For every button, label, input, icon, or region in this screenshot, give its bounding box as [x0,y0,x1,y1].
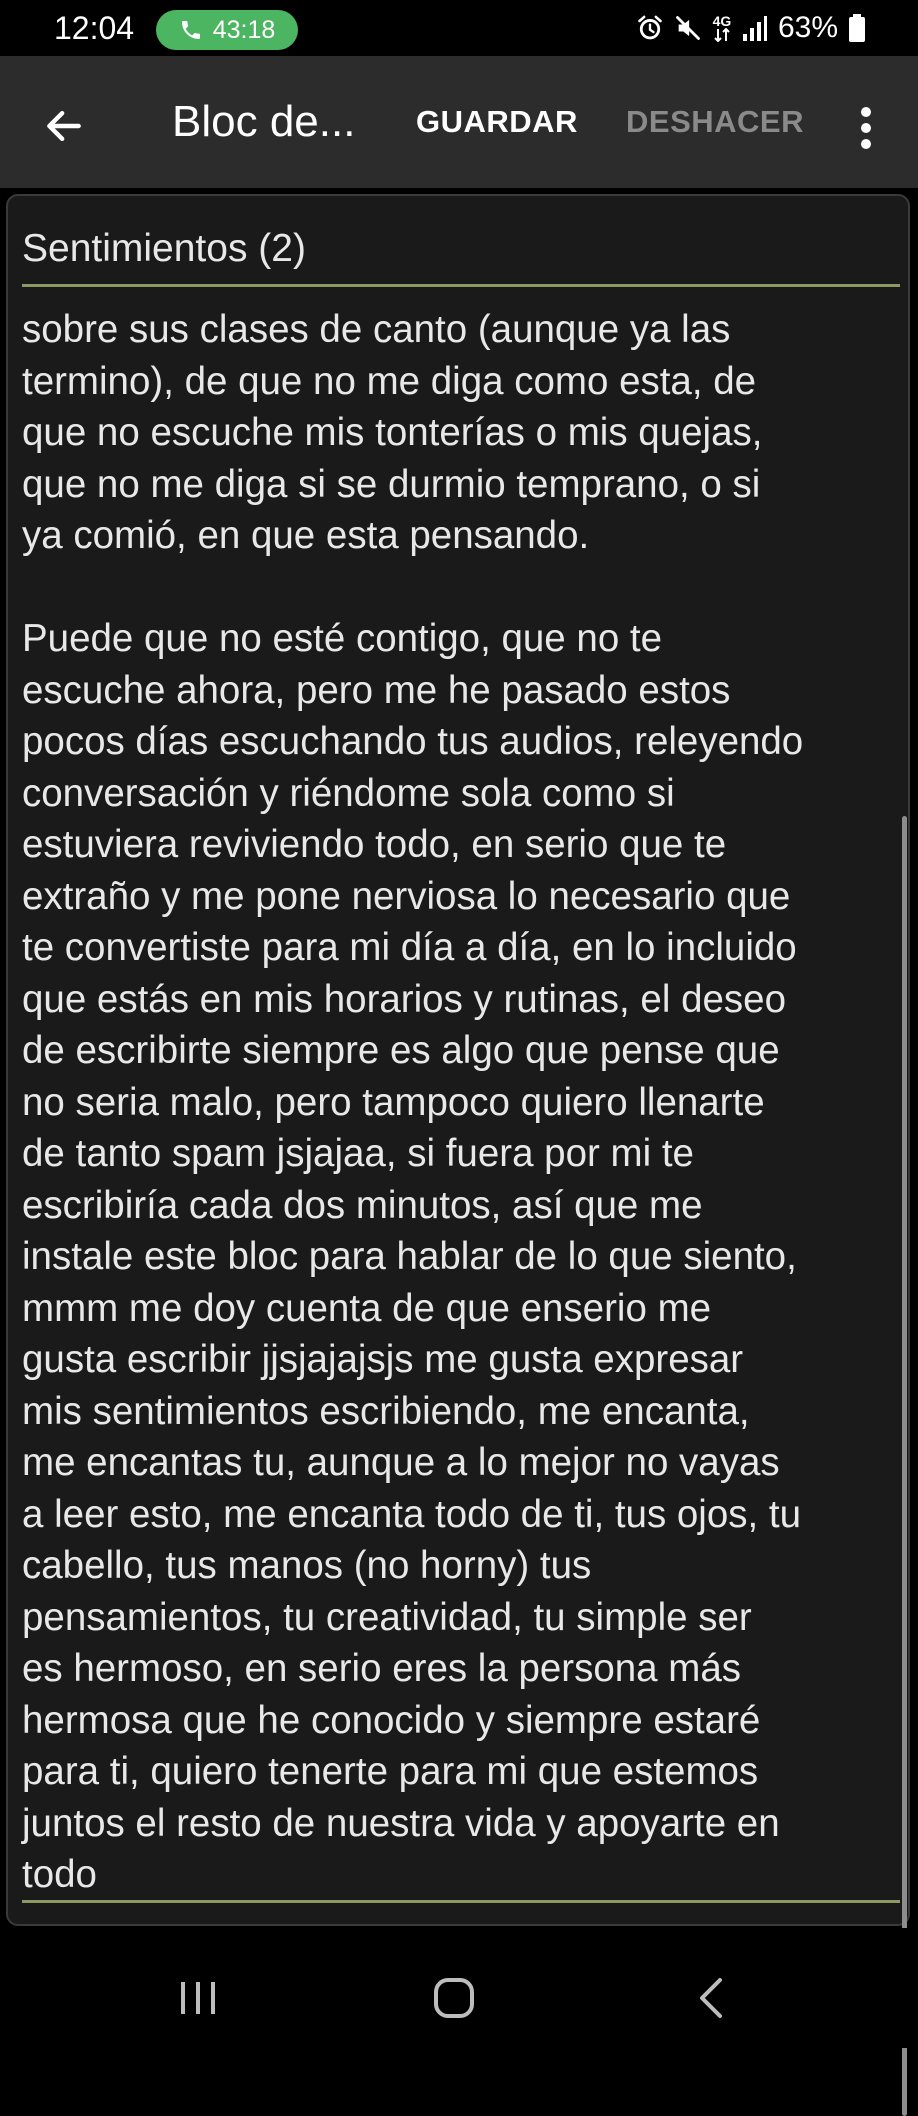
4g-icon: 4G [712,14,732,42]
signal-icon [742,16,767,41]
battery-icon [849,14,865,42]
battery-percent: 63% [777,11,838,44]
ongoing-call-pill[interactable]: 43:18 [156,10,298,50]
app-title: Bloc de... [172,97,356,146]
note-body-field[interactable]: sobre sus clases de canto (aunque ya las… [22,304,906,1901]
more-vert-icon [861,107,871,149]
undo-button[interactable]: DESHACER [626,100,804,144]
arrow-back-icon [47,110,81,142]
home-button[interactable] [419,1968,489,2028]
note-title-field[interactable]: Sentimientos (2) [22,226,306,272]
note-editor: Sentimientos (2) sobre sus clases de can… [6,194,910,2116]
alarm-icon [638,15,662,40]
home-icon [434,1978,474,2018]
back-button[interactable] [32,94,96,158]
mute-icon [676,16,700,40]
status-icons: 4G 63% [636,8,866,48]
scrollbar[interactable] [902,816,907,2116]
back-nav-icon [700,1978,722,2018]
more-options-button[interactable] [842,100,890,156]
back-nav-button[interactable] [676,1968,746,2028]
app-toolbar: Bloc de... GUARDAR DESHACER [0,56,918,188]
body-underline [22,1900,900,1903]
status-bar: 12:04 43:18 4G 63% [0,0,918,56]
phone-icon [181,21,200,39]
title-underline [22,284,900,287]
status-time: 12:04 [54,10,135,46]
call-timer: 43:18 [212,15,276,44]
save-button[interactable]: GUARDAR [416,100,578,144]
recent-apps-icon [181,1982,215,2014]
system-nav-bar [0,1928,918,2048]
network-type-label: 4G [712,13,732,29]
recent-apps-button[interactable] [163,1968,233,2028]
